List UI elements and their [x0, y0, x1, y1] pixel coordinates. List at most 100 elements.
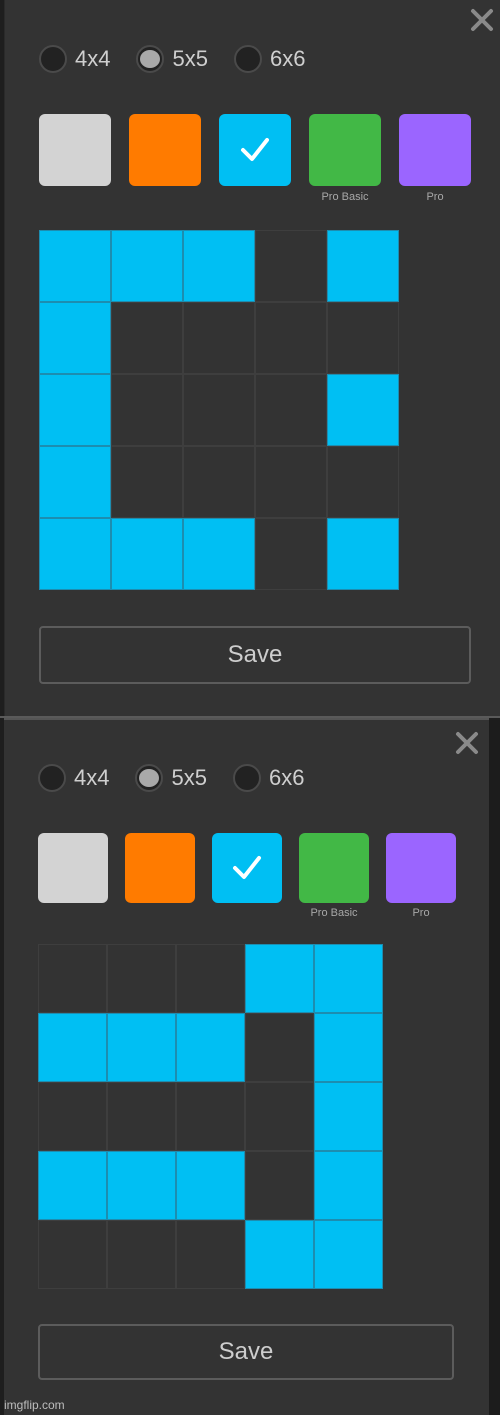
grid-cell-r4-c5[interactable] [327, 446, 399, 518]
grid-cell-r1-c4[interactable] [255, 230, 327, 302]
watermark: imgflip.com [4, 1398, 65, 1412]
save-button[interactable]: Save [38, 1324, 454, 1380]
grid-cell-r1-c3[interactable] [183, 230, 255, 302]
grid-cell-r2-c2[interactable] [107, 1013, 176, 1082]
grid-cell-r2-c4[interactable] [255, 302, 327, 374]
grid-cell-r4-c5[interactable] [314, 1151, 383, 1220]
grid-cell-r4-c3[interactable] [176, 1151, 245, 1220]
grid-cell-r5-c2[interactable] [107, 1220, 176, 1289]
background-strip [489, 720, 500, 1415]
grid-cell-r1-c2[interactable] [107, 944, 176, 1013]
grid-cell-r3-c4[interactable] [245, 1082, 314, 1151]
radio-label: 6x6 [268, 765, 305, 790]
close-button[interactable] [454, 730, 480, 756]
checkmark-icon [233, 856, 261, 879]
radio-5x5[interactable]: 5x5 [136, 45, 208, 73]
grid-cell-r1-c3[interactable] [176, 944, 245, 1013]
grid-cell-r4-c4[interactable] [245, 1151, 314, 1220]
radio-indicator-checked [136, 45, 165, 73]
swatch-caption: Pro Basic [310, 907, 358, 919]
radio-label: 6x6 [269, 46, 306, 71]
grid-cell-r5-c5[interactable] [314, 1220, 383, 1289]
grid-cell-r1-c4[interactable] [245, 944, 314, 1013]
pixel-editor-panel-1: 4x4 5x5 6x6 Pro Basic Pro Save [4, 0, 500, 716]
color-swatch[interactable] [125, 833, 195, 903]
pixel-grid [39, 230, 399, 590]
color-swatch[interactable] [39, 114, 111, 186]
grid-cell-r5-c2[interactable] [111, 518, 183, 590]
grid-cell-r5-c1[interactable] [39, 518, 111, 590]
grid-cell-r4-c4[interactable] [255, 446, 327, 518]
grid-cell-r3-c1[interactable] [39, 374, 111, 446]
grid-cell-r5-c3[interactable] [176, 1220, 245, 1289]
grid-cell-r3-c3[interactable] [183, 374, 255, 446]
checkmark-icon [241, 138, 269, 161]
grid-cell-r2-c1[interactable] [39, 302, 111, 374]
grid-cell-r5-c1[interactable] [38, 1220, 107, 1289]
color-swatch[interactable] [129, 114, 201, 186]
color-swatch[interactable] [399, 114, 471, 186]
grid-cell-r3-c1[interactable] [38, 1082, 107, 1151]
grid-cell-r1-c5[interactable] [327, 230, 399, 302]
radio-indicator [38, 764, 66, 792]
grid-cell-r5-c4[interactable] [255, 518, 327, 590]
pixel-editor-panel-2: 4x4 5x5 6x6 Pro Basic Pro Save [4, 718, 489, 1415]
grid-cell-r2-c4[interactable] [245, 1013, 314, 1082]
grid-cell-r4-c1[interactable] [38, 1151, 107, 1220]
color-swatch[interactable] [299, 833, 369, 903]
radio-4x4[interactable]: 4x4 [38, 764, 109, 792]
grid-cell-r5-c5[interactable] [327, 518, 399, 590]
grid-cell-r4-c2[interactable] [107, 1151, 176, 1220]
close-button[interactable] [469, 7, 495, 33]
grid-cell-r1-c1[interactable] [39, 230, 111, 302]
radio-label: 4x4 [74, 765, 110, 790]
color-option-light-gray [39, 114, 111, 186]
color-option-cyan [212, 833, 282, 903]
grid-cell-r2-c2[interactable] [111, 302, 183, 374]
grid-cell-r5-c3[interactable] [183, 518, 255, 590]
grid-cell-r2-c3[interactable] [176, 1013, 245, 1082]
radio-4x4[interactable]: 4x4 [39, 45, 110, 73]
radio-label: 5x5 [171, 765, 207, 790]
radio-indicator [233, 45, 262, 73]
color-swatch[interactable] [212, 833, 282, 903]
grid-cell-r4-c2[interactable] [111, 446, 183, 518]
grid-cell-r5-c4[interactable] [245, 1220, 314, 1289]
grid-cell-r1-c5[interactable] [314, 944, 383, 1013]
close-icon [471, 9, 493, 31]
pixel-grid [38, 944, 383, 1289]
swatch-caption: Pro [426, 191, 444, 203]
color-swatch[interactable] [386, 833, 456, 903]
color-option-light-gray [38, 833, 108, 903]
grid-cell-r3-c5[interactable] [314, 1082, 383, 1151]
radio-indicator [39, 45, 67, 73]
color-option-cyan [219, 114, 291, 186]
radio-indicator-checked [135, 764, 164, 792]
color-option-green: Pro Basic [309, 114, 381, 203]
color-swatch[interactable] [38, 833, 108, 903]
grid-cell-r1-c2[interactable] [111, 230, 183, 302]
close-icon [456, 732, 478, 754]
grid-cell-r1-c1[interactable] [38, 944, 107, 1013]
grid-cell-r3-c2[interactable] [111, 374, 183, 446]
grid-cell-r3-c5[interactable] [327, 374, 399, 446]
radio-5x5[interactable]: 5x5 [135, 764, 207, 792]
grid-cell-r2-c1[interactable] [38, 1013, 107, 1082]
grid-cell-r4-c3[interactable] [183, 446, 255, 518]
grid-cell-r4-c1[interactable] [39, 446, 111, 518]
color-swatch[interactable] [219, 114, 291, 186]
color-swatch[interactable] [309, 114, 381, 186]
radio-label: 5x5 [172, 46, 208, 71]
grid-cell-r2-c5[interactable] [327, 302, 399, 374]
grid-cell-r2-c3[interactable] [183, 302, 255, 374]
grid-cell-r2-c5[interactable] [314, 1013, 383, 1082]
grid-cell-r3-c3[interactable] [176, 1082, 245, 1151]
grid-cell-r3-c2[interactable] [107, 1082, 176, 1151]
color-option-orange [125, 833, 195, 903]
color-swatch-row: Pro Basic Pro [38, 833, 473, 919]
radio-6x6[interactable]: 6x6 [233, 45, 306, 73]
radio-label: 4x4 [75, 46, 111, 71]
radio-6x6[interactable]: 6x6 [232, 764, 305, 792]
save-button[interactable]: Save [39, 626, 471, 684]
grid-cell-r3-c4[interactable] [255, 374, 327, 446]
